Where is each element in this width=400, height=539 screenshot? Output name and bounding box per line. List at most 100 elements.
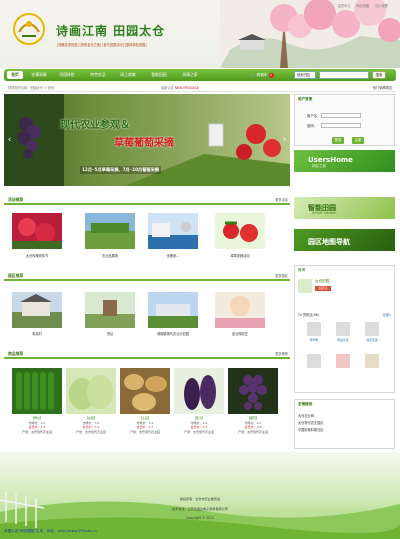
activity-image[interactable] <box>12 213 62 249</box>
breadcrumb: 您现在的位置：田园太仓 > 首页 <box>8 86 55 90</box>
nav-picking[interactable]: 农事采摘 <box>28 71 50 79</box>
product-image-cabbage[interactable] <box>66 368 116 414</box>
footer-tech-support: 技术支持：江苏佳盛达电子商务有限公司 <box>172 507 228 511</box>
main-banner[interactable]: 现代农业参观＆ 草莓葡萄采摘 12月─5月草莓采摘、7月─10月葡萄采摘 ‹ › <box>4 94 290 186</box>
search-button[interactable]: 搜索 <box>372 71 386 79</box>
member-center-link[interactable]: 会员中心 <box>338 4 351 8</box>
username-label: 用户名： <box>307 114 321 118</box>
park-caption[interactable]: 电瑞村 <box>7 331 67 336</box>
banner-title-1: 现代农业参观＆ <box>60 120 130 131</box>
friend-link[interactable]: 太仓农业网 <box>298 413 314 418</box>
weibo-user[interactable]: 太仓田园 <box>315 279 329 284</box>
password-label: 密码： <box>307 124 318 128</box>
fan-name[interactable]: 阿菜某某 <box>332 338 354 342</box>
product-image-eggplant[interactable] <box>174 368 224 414</box>
cart-icon: 🛒 <box>251 73 256 77</box>
activity-caption[interactable]: 优雅参... <box>143 253 203 258</box>
password-field[interactable] <box>321 123 361 128</box>
activity-image[interactable] <box>215 213 265 249</box>
nav-home[interactable]: 首页 <box>7 71 23 79</box>
product-info: 【黄瓜】 市场价：2.0 会员价：1.6 产地：太仓现代农业园 <box>21 416 52 434</box>
smart-garden-ad[interactable]: 智能田园 Smart Garden <box>294 197 395 219</box>
fan-name[interactable]: 李华明 <box>303 338 325 342</box>
nav-smart[interactable]: 智能田园 <box>148 71 170 79</box>
product-info: 【葡萄】 市场价：4.0 会员价：3.8 产地：太仓现代农业园 <box>237 416 268 434</box>
park-caption[interactable]: 城厢镇现代农业示范园 <box>143 331 203 336</box>
sitemap-link[interactable]: 网站地图 <box>356 4 369 8</box>
banner-next-arrow-icon[interactable]: › <box>281 134 288 146</box>
fan-avatar[interactable] <box>307 322 321 336</box>
template-source-note[interactable]: 本图片由"网页模板"生成，网址：http://www.5Ptools.cn <box>4 529 97 534</box>
notice-bar: 最新公告 NEW MESSAGE <box>161 86 199 90</box>
fan-avatar[interactable] <box>365 322 379 336</box>
nav-products[interactable]: 特色农品 <box>87 71 109 79</box>
nav-experience[interactable]: 田园体验 <box>56 71 78 79</box>
breadcrumb-bar: 您现在的位置：田园太仓 > 首页 最新公告 NEW MESSAGE 热门采摘项目 <box>4 84 396 92</box>
fan-avatar[interactable] <box>336 354 350 368</box>
fan-avatar[interactable] <box>336 322 350 336</box>
login-title: 用户登录 <box>298 97 313 101</box>
register-button[interactable]: 注册 <box>352 137 364 144</box>
nav-shop[interactable]: 网上商城 <box>117 71 139 79</box>
users-home-ad[interactable]: UsersHome 网友之家 <box>294 150 395 172</box>
product-image-cucumber[interactable] <box>12 368 62 414</box>
weibo-widget: 微博 太仓田园 加关注 TA 的粉丝(96) 全部» 李华明 阿菜某某 满仓天涯 <box>294 265 395 393</box>
more-products-link[interactable]: 更多推荐 <box>275 351 288 356</box>
weibo-avatar[interactable] <box>298 279 312 293</box>
more-activities-link[interactable]: 更多活动 <box>275 197 288 202</box>
site-logo <box>13 13 45 45</box>
product-info: 【土豆】 市场价：1.2 会员价：0.7 产地：太仓现代农业园 <box>129 416 160 434</box>
product-image-grape[interactable] <box>228 368 278 414</box>
username-field[interactable] <box>321 113 361 118</box>
product-info: 【茄子】 市场价：2.5 会员价：2.5 产地：太仓现代农业园 <box>183 416 214 434</box>
products-title: 商品推荐 <box>8 351 24 356</box>
product-info: 【白菜】 市场价：3.0 会员价：3.0 产地：太仓现代农业园 <box>75 416 106 434</box>
park-image[interactable] <box>148 292 198 328</box>
banner-prev-arrow-icon[interactable]: ‹ <box>6 134 13 146</box>
activity-caption[interactable]: 太仓玫瑰风情节 <box>7 253 67 258</box>
search-category-select[interactable]: 搜索田园 <box>294 71 316 79</box>
top-links: 会员中心 网站地图 加入收藏 <box>333 3 388 8</box>
more-parks-link[interactable]: 更多园区 <box>275 273 288 278</box>
search-input[interactable] <box>319 71 369 79</box>
activity-caption[interactable]: 草莓采摘活动 <box>210 253 270 258</box>
friend-links-title: 友情链接 <box>298 402 313 406</box>
site-footer: 版权所有：太仓市农业委员会 技术支持：江苏佳盛达电子商务有限公司 Copyrig… <box>0 452 400 539</box>
activity-image[interactable] <box>85 213 135 249</box>
banner-subtitle: 12月─5月草莓采摘、7月─10月葡萄采摘 <box>80 166 161 174</box>
login-box: 用户登录 用户名： 密码： 登录 注册 <box>294 94 395 146</box>
friend-link[interactable]: 太仓现代农业园区 <box>298 420 324 425</box>
site-slogan: [领略苏浙田园] [感受金光之美] [参与田园活动] [整体体验田园] <box>57 43 147 47</box>
activity-caption[interactable]: 农业品展销 <box>80 253 140 258</box>
fan-name[interactable]: 满仓天涯 <box>361 338 383 342</box>
fan-avatar[interactable] <box>307 354 321 368</box>
activities-title: 活动推荐 <box>8 197 24 202</box>
nav-home-style[interactable]: 风情之家 <box>177 71 203 79</box>
site-header: 诗画江南 田园太仓 [领略苏浙田园] [感受金光之美] [参与田园活动] [整体… <box>0 0 400 68</box>
follow-button[interactable]: 加关注 <box>315 286 331 291</box>
activities-section-header: 活动推荐 更多活动 <box>4 196 290 205</box>
main-nav: 首页 农事采摘 田园体验 特色农品 网上商城 智能田园 风情之家 🛒 购物车 0… <box>4 69 396 81</box>
parks-title: 园区推荐 <box>8 273 24 278</box>
all-fans-link[interactable]: 全部» <box>383 312 391 317</box>
park-image[interactable] <box>85 292 135 328</box>
friend-link[interactable]: 中国影像科普社区 <box>298 427 324 432</box>
hot-picking-link[interactable]: 热门采摘项目 <box>373 84 392 92</box>
product-image-potato[interactable] <box>120 368 170 414</box>
footer-copyright: Copyright © 2011 <box>185 516 215 520</box>
park-image[interactable] <box>215 292 265 328</box>
products-section-header: 商品推荐 更多推荐 <box>4 350 290 359</box>
park-caption[interactable]: 党址 <box>80 331 140 336</box>
park-map-ad[interactable]: 园区地图导航 <box>294 229 395 251</box>
park-caption[interactable]: 金仓湖农庄 <box>210 331 270 336</box>
banner-title-2: 草莓葡萄采摘 <box>114 138 174 149</box>
weibo-header: 微博 <box>298 268 306 272</box>
cart-link[interactable]: 🛒 购物车 0 <box>251 71 274 79</box>
fan-avatar[interactable] <box>365 354 379 368</box>
header-blossom-image <box>220 0 400 68</box>
login-button[interactable]: 登录 <box>332 137 344 144</box>
activity-image[interactable] <box>148 213 198 249</box>
park-image[interactable] <box>12 292 62 328</box>
add-favorite-link[interactable]: 加入收藏 <box>375 4 388 8</box>
site-name: 诗画江南 田园太仓 <box>56 24 166 38</box>
